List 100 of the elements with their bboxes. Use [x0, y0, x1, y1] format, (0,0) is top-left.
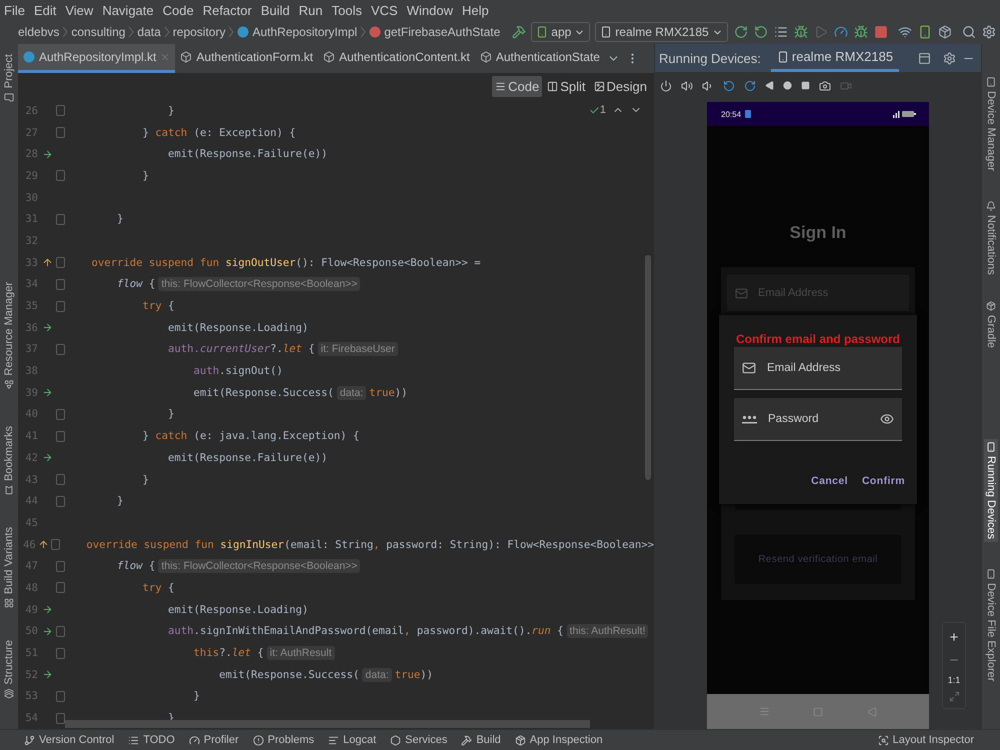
run-configuration-dropdown[interactable]: app	[531, 22, 590, 42]
line-number: 42	[24, 452, 38, 464]
tool-window-button[interactable]: Resource Manager	[3, 282, 15, 390]
line-number: 37	[24, 343, 38, 356]
tool-window-button[interactable]: Layout Inspector	[878, 734, 974, 746]
menu-item[interactable]: Build	[260, 2, 290, 18]
code-line: }	[167, 408, 174, 420]
line-number: 54	[24, 712, 38, 724]
tool-window-button[interactable]: Problems	[252, 734, 314, 746]
email-field[interactable]: Email Address	[765, 361, 894, 375]
text-field[interactable]: Email Address	[734, 347, 902, 390]
menu-item[interactable]: Tools	[332, 2, 362, 18]
tool-window-button[interactable]: Profiler	[188, 734, 239, 746]
line-number: 40	[24, 408, 38, 420]
dialog-button[interactable]: Cancel	[811, 475, 848, 487]
breadcrumb-item[interactable]: getFirebaseAuthState	[384, 25, 500, 39]
view-mode-button[interactable]: Code	[492, 76, 542, 97]
line-number: 47	[24, 560, 38, 572]
line-number: 30	[24, 192, 38, 204]
view-mode-button[interactable]: Design	[590, 76, 650, 97]
inspection-count[interactable]: 1	[588, 104, 606, 116]
menu-item[interactable]: Help	[462, 2, 489, 18]
code-line: try {	[142, 300, 174, 312]
device-tab[interactable]: realme RMX2185	[770, 44, 900, 72]
zoom-out-button[interactable]: −	[947, 652, 961, 669]
code-line: } catch (e: Exception) {	[142, 126, 296, 139]
menu-item[interactable]: Code	[162, 2, 194, 18]
panel-title: Running Devices:	[659, 50, 761, 66]
breadcrumb-item[interactable]: AuthRepositoryImpl	[252, 25, 358, 39]
menu-item[interactable]: Refactor	[202, 2, 252, 18]
tool-window-button[interactable]: Gradle	[984, 298, 998, 352]
line-number: 29	[24, 170, 38, 182]
code-line: } catch (e: java.lang.Exception) {	[142, 430, 360, 442]
tool-window-button[interactable]: Notifications	[984, 198, 998, 278]
editor-tab[interactable]: AuthenticationState	[474, 44, 605, 73]
editor-tab[interactable]: AuthenticationForm.kt	[175, 44, 318, 73]
menu-item[interactable]: VCS	[370, 2, 398, 18]
line-number: 45	[24, 516, 38, 529]
tool-window-button[interactable]: Version Control	[24, 734, 114, 746]
code-line: auth.signInWithEmailAndPassword(email, password).await().run { this: AuthResult!	[66, 624, 652, 638]
code-line: emit(Response.Success( data: true))	[218, 668, 434, 682]
dialog-title: Confirm email and password	[736, 332, 900, 346]
zoom-in-button[interactable]: +	[947, 629, 961, 646]
line-number: 35	[24, 300, 38, 312]
tool-window-button[interactable]: Project	[3, 54, 15, 102]
actual-size-button[interactable]: 1:1	[947, 675, 961, 685]
breadcrumb-item[interactable]: eldebvs	[18, 25, 60, 39]
line-number: 44	[24, 495, 38, 508]
line-number: 41	[24, 430, 38, 442]
tool-window-button[interactable]: Structure	[3, 640, 15, 699]
breadcrumb-item[interactable]: data	[137, 25, 161, 39]
line-number: 31	[24, 213, 38, 226]
status-time: 20:54	[721, 110, 742, 118]
code-line: override suspend fun signOutUser(): Flow<Response<Boolean>> =	[90, 256, 481, 269]
menu-item[interactable]: Window	[406, 2, 453, 18]
tool-window-button[interactable]: App Inspection	[514, 734, 603, 746]
line-number: 33	[24, 256, 38, 269]
line-number: 48	[24, 582, 38, 594]
code-line: }	[142, 474, 149, 486]
line-number: 43	[24, 474, 38, 486]
line-number: 53	[24, 690, 38, 702]
tool-window-button[interactable]: Running Devices	[984, 439, 998, 542]
view-mode-button[interactable]: Split	[544, 76, 589, 97]
line-number: 49	[24, 604, 38, 616]
tool-window-button[interactable]: Build Variants	[3, 526, 15, 608]
code-line: }	[192, 690, 200, 702]
code-line: emit(Response.Loading)	[167, 322, 308, 334]
dialog-button[interactable]: Confirm	[862, 475, 905, 487]
text-field[interactable]: Password	[734, 398, 902, 441]
password-field[interactable]: Password	[766, 412, 871, 426]
line-number: 26	[24, 104, 38, 117]
tool-window-button[interactable]: Build	[461, 734, 501, 746]
breadcrumb-item[interactable]: repository	[172, 25, 226, 39]
code-line: }	[167, 104, 174, 117]
line-number: 39	[24, 386, 38, 399]
menu-item[interactable]: Run	[298, 2, 323, 18]
tool-window-button[interactable]: Device File Explorer	[984, 566, 998, 685]
code-line: }	[116, 495, 124, 508]
line-number: 51	[24, 647, 38, 660]
tool-window-button[interactable]: Bookmarks	[3, 426, 15, 495]
editor-tab[interactable]: AuthenticationContent.kt	[318, 44, 475, 73]
menu-item[interactable]: Edit	[34, 2, 56, 18]
code-line: override suspend fun signInUser(email: String, password: String): Flow<Response<Boolean>>	[85, 538, 654, 551]
code-line: }	[142, 170, 149, 182]
menu-item[interactable]: Navigate	[102, 2, 154, 18]
tool-window-button[interactable]: Logcat	[328, 734, 376, 746]
code-line: emit(Response.Failure(e))	[167, 452, 328, 464]
tool-window-button[interactable]: Services	[390, 734, 448, 746]
menu-item[interactable]: View	[65, 2, 94, 18]
line-number: 50	[24, 625, 38, 638]
code-line: auth.signOut()	[192, 365, 283, 378]
device-dropdown[interactable]: realme RMX2185	[595, 22, 728, 42]
code-line: auth.currentUser?.let { it: FirebaseUser	[66, 342, 401, 356]
line-number: 38	[24, 365, 38, 378]
tool-window-button[interactable]: TODO	[128, 734, 175, 746]
editor-tab[interactable]: AuthRepositoryImpl.kt	[18, 44, 176, 73]
menu-item[interactable]: File	[4, 2, 25, 18]
line-number: 28	[24, 148, 38, 160]
breadcrumb-item[interactable]: consulting	[71, 25, 126, 39]
tool-window-button[interactable]: Device Manager	[984, 74, 998, 174]
